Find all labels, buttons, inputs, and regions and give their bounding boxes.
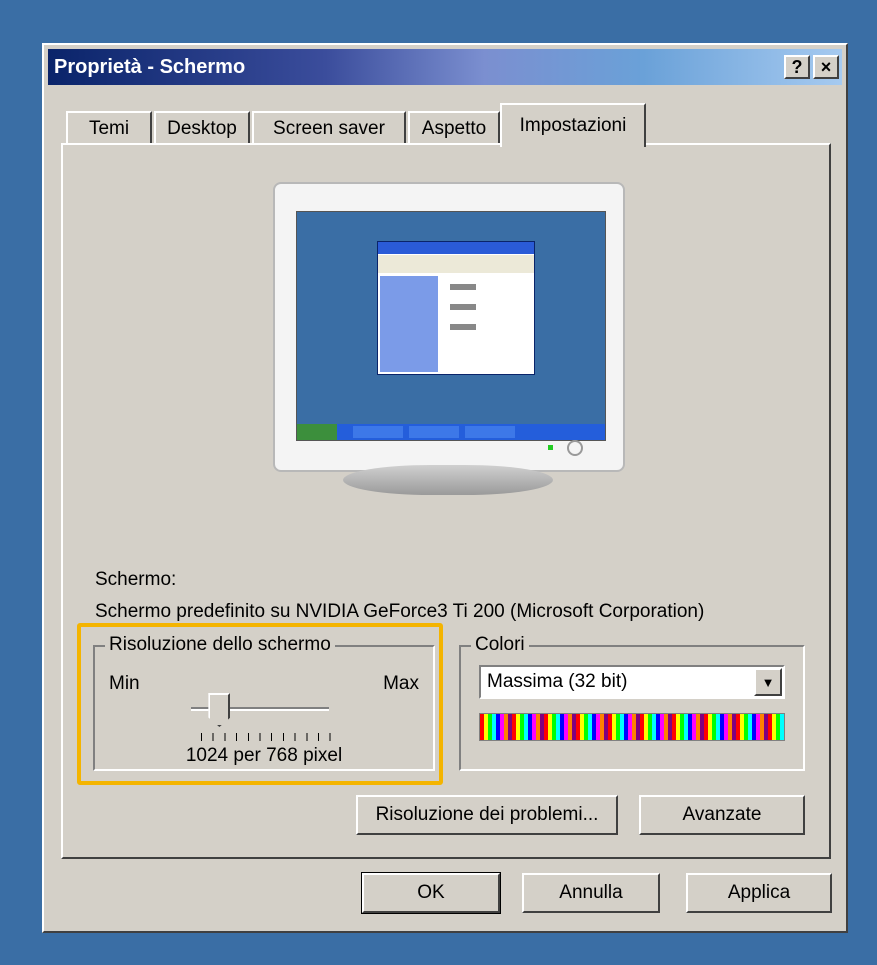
tab-impostazioni[interactable]: Impostazioni bbox=[500, 103, 646, 147]
tab-desktop[interactable]: Desktop bbox=[154, 111, 250, 145]
title-bar[interactable]: Proprietà - Schermo ? × bbox=[48, 49, 842, 85]
power-led bbox=[548, 445, 553, 450]
window-title: Proprietà - Schermo bbox=[54, 55, 246, 78]
colors-group: Colori Massima (32 bit) ▼ bbox=[459, 634, 805, 771]
cancel-button[interactable]: Annulla bbox=[522, 873, 660, 913]
tab-screen-saver[interactable]: Screen saver bbox=[252, 111, 406, 145]
min-label: Min bbox=[109, 673, 140, 694]
power-button-icon bbox=[567, 440, 583, 456]
resolution-group: Risoluzione dello schermo Min Max 1024 p… bbox=[93, 634, 435, 771]
close-button[interactable]: × bbox=[813, 55, 839, 79]
apply-button[interactable]: Applica bbox=[686, 873, 832, 913]
resolution-value: 1024 per 768 pixel bbox=[185, 745, 343, 766]
color-palette-preview bbox=[479, 713, 785, 741]
display-properties-dialog: Proprietà - Schermo ? × Temi Desktop Scr… bbox=[42, 43, 848, 933]
troubleshoot-button[interactable]: Risoluzione dei problemi... bbox=[356, 795, 618, 835]
settings-panel: Schermo: Schermo predefinito su NVIDIA G… bbox=[61, 143, 831, 859]
resolution-slider-thumb[interactable] bbox=[208, 693, 231, 727]
colors-legend: Colori bbox=[471, 634, 529, 656]
monitor-screen bbox=[296, 211, 606, 441]
color-quality-value: Massima (32 bit) bbox=[487, 671, 628, 692]
display-label: Schermo: bbox=[95, 569, 177, 590]
resolution-legend: Risoluzione dello schermo bbox=[105, 634, 335, 656]
color-quality-select[interactable]: Massima (32 bit) ▼ bbox=[479, 665, 785, 699]
monitor-preview bbox=[273, 182, 625, 472]
max-label: Max bbox=[383, 673, 419, 694]
display-device: Schermo predefinito su NVIDIA GeForce3 T… bbox=[95, 601, 705, 622]
help-button[interactable]: ? bbox=[784, 55, 810, 79]
chevron-down-icon[interactable]: ▼ bbox=[754, 668, 782, 696]
tab-aspetto[interactable]: Aspetto bbox=[408, 111, 500, 145]
advanced-button[interactable]: Avanzate bbox=[639, 795, 805, 835]
tab-temi[interactable]: Temi bbox=[66, 111, 152, 145]
preview-window bbox=[377, 241, 535, 375]
ok-button[interactable]: OK bbox=[361, 872, 501, 914]
preview-taskbar bbox=[297, 424, 605, 440]
monitor-stand bbox=[343, 465, 553, 495]
slider-ticks bbox=[201, 733, 331, 741]
